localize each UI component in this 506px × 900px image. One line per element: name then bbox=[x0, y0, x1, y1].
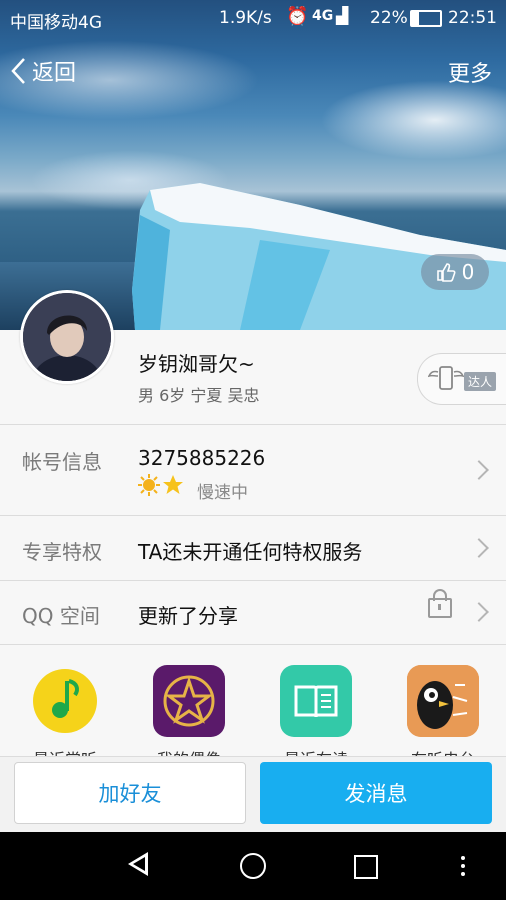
send-message-button[interactable]: 发消息 bbox=[260, 762, 492, 824]
battery-percent: 22% bbox=[370, 8, 408, 28]
qq-number: 3275885226 bbox=[138, 446, 266, 470]
back-button[interactable]: 返回 bbox=[10, 54, 76, 88]
like-button[interactable]: 0 bbox=[421, 254, 489, 290]
sun-icon bbox=[138, 474, 160, 496]
talent-label: 达人 bbox=[464, 372, 497, 391]
network-speed: 1.9K/s bbox=[219, 8, 272, 28]
star-icon bbox=[163, 475, 183, 494]
level-stars bbox=[138, 474, 184, 496]
clock: 22:51 bbox=[448, 8, 497, 28]
nickname: 岁钥洳哥欠~ bbox=[138, 352, 255, 376]
more-button[interactable]: 更多 bbox=[448, 56, 492, 88]
nav-menu-icon[interactable] bbox=[461, 856, 465, 876]
qzone-label: QQ 空间 bbox=[22, 604, 100, 628]
app-shortcuts: 最近常听 我的偶像 最近在读 bbox=[0, 644, 506, 757]
like-count: 0 bbox=[461, 260, 475, 284]
profile-info: 男 6岁 宁夏 吴忠 bbox=[138, 386, 260, 405]
privilege-label: 专享特权 bbox=[22, 540, 102, 564]
account-info-label: 帐号信息 bbox=[22, 450, 102, 474]
thumbs-up-icon bbox=[436, 263, 456, 282]
battery-icon bbox=[410, 10, 442, 27]
star-idol-icon bbox=[153, 665, 225, 737]
lock-icon bbox=[428, 589, 452, 618]
network-type: 4G bbox=[312, 8, 334, 24]
acceleration-status: 慢速中 bbox=[197, 483, 248, 503]
status-bar: 中国移动4G 1.9K/s ⏰ 4G ▟ 22% 22:51 bbox=[0, 0, 506, 36]
nav-back-icon-inner bbox=[133, 857, 145, 871]
nav-recents-icon[interactable] bbox=[354, 855, 378, 879]
radio-penguin-icon bbox=[407, 665, 479, 737]
add-friend-button[interactable]: 加好友 bbox=[14, 762, 246, 824]
winged-phone-icon bbox=[428, 366, 464, 390]
chevron-left-icon bbox=[11, 58, 25, 84]
avatar[interactable] bbox=[20, 290, 114, 384]
carrier-label: 中国移动4G bbox=[10, 13, 102, 33]
alarm-icon: ⏰ bbox=[286, 6, 309, 27]
back-label: 返回 bbox=[32, 61, 77, 86]
book-icon bbox=[280, 665, 352, 737]
avatar-image bbox=[23, 293, 111, 381]
music-note-icon bbox=[29, 665, 101, 737]
nav-home-icon[interactable] bbox=[240, 853, 266, 879]
privilege-value: TA还未开通任何特权服务 bbox=[138, 540, 363, 564]
signal-icon: ▟ bbox=[336, 6, 349, 25]
qzone-value: 更新了分享 bbox=[138, 604, 238, 628]
